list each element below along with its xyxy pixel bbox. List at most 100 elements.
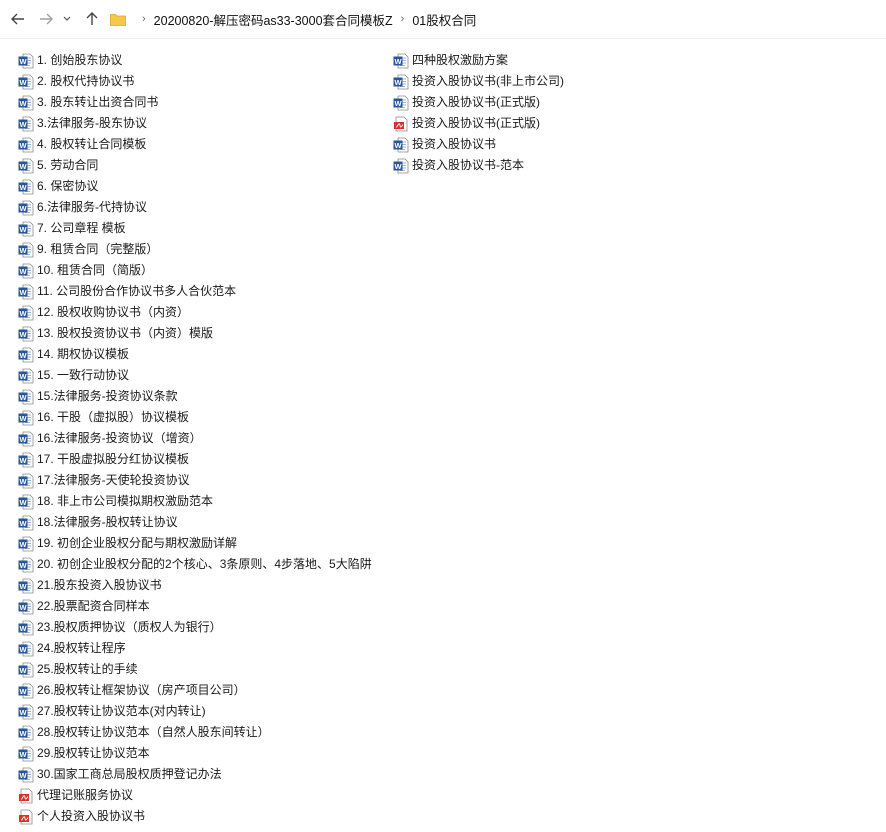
file-item[interactable]: W 21.股东投资入股协议书 <box>18 575 388 596</box>
file-item[interactable]: W 四种股权激励方案 <box>393 50 633 71</box>
file-item[interactable]: W 3. 股东转让出资合同书 <box>18 92 388 113</box>
breadcrumb-parent-folder[interactable]: 20200820-解压密码as33-3000套合同模板Z <box>154 10 393 29</box>
file-name: 13. 股权投资协议书（内资）模版 <box>37 326 214 340</box>
file-item[interactable]: W 18. 非上市公司模拟期权激励范本 <box>18 491 388 512</box>
file-item[interactable]: W 6. 保密协议 <box>18 176 388 197</box>
file-item[interactable]: W 7. 公司章程 模板 <box>18 218 388 239</box>
file-name: 代理记账服务协议 <box>37 788 134 802</box>
file-list-column-2: W 四种股权激励方案 W 投资入股协议书(非上市公司) W 投资入股协议书(正式版) 投资入… <box>393 50 633 176</box>
file-item[interactable]: W 11. 公司股份合作协议书多人合伙范本 <box>18 281 388 302</box>
svg-text:W: W <box>394 56 402 65</box>
file-item[interactable]: W 17.法律服务-天使轮投资协议 <box>18 470 388 491</box>
file-name: 30.国家工商总局股权质押登记办法 <box>37 767 222 781</box>
file-name: 27.股权转让协议范本(对内转让) <box>37 704 206 718</box>
word-document-icon: W <box>18 116 34 132</box>
file-item[interactable]: W 投资入股协议书 <box>393 134 633 155</box>
file-item[interactable]: 代理记账服务协议 <box>18 785 388 806</box>
file-item[interactable]: W 26.股权转让框架协议（房产项目公司） <box>18 680 388 701</box>
svg-text:W: W <box>394 98 402 107</box>
file-item[interactable]: W 10. 租赁合同（简版） <box>18 260 388 281</box>
svg-text:W: W <box>19 602 27 611</box>
file-item[interactable]: W 19. 初创企业股权分配与期权激励详解 <box>18 533 388 554</box>
back-arrow-icon <box>11 13 24 25</box>
pdf-file-icon <box>18 788 34 804</box>
file-item[interactable]: W 1. 创始股东协议 <box>18 50 388 71</box>
breadcrumb-separator: › <box>400 13 405 25</box>
file-name: 25.股权转让的手续 <box>37 662 138 676</box>
svg-text:W: W <box>19 686 27 695</box>
svg-text:W: W <box>19 581 27 590</box>
svg-text:W: W <box>394 161 402 170</box>
file-item[interactable]: W 12. 股权收购协议书（内资） <box>18 302 388 323</box>
word-document-icon: W <box>18 347 34 363</box>
svg-text:W: W <box>19 77 27 86</box>
svg-text:W: W <box>19 308 27 317</box>
word-document-icon: W <box>18 368 34 384</box>
file-name: 投资入股协议书(正式版) <box>412 95 540 109</box>
file-item[interactable]: W 17. 干股虚拟股分红协议模板 <box>18 449 388 470</box>
file-item[interactable]: W 投资入股协议书(非上市公司) <box>393 71 633 92</box>
word-document-icon: W <box>393 53 409 69</box>
file-item[interactable]: W 投资入股协议书-范本 <box>393 155 633 176</box>
file-item[interactable]: W 16.法律服务-投资协议（增资） <box>18 428 388 449</box>
file-item[interactable]: W 9. 租赁合同（完整版） <box>18 239 388 260</box>
file-item[interactable]: W 23.股权质押协议（质权人为银行） <box>18 617 388 638</box>
file-item[interactable]: W 18.法律服务-股权转让协议 <box>18 512 388 533</box>
breadcrumb-current-folder[interactable]: 01股权合同 <box>412 10 476 29</box>
file-item[interactable]: W 24.股权转让程序 <box>18 638 388 659</box>
word-document-icon: W <box>18 599 34 615</box>
word-document-icon: W <box>18 641 34 657</box>
forward-button[interactable] <box>36 8 56 30</box>
up-arrow-icon <box>86 12 98 25</box>
file-item[interactable]: W 3.法律服务-股东协议 <box>18 113 388 134</box>
up-button[interactable] <box>82 8 102 30</box>
word-document-icon: W <box>18 683 34 699</box>
file-item[interactable]: 投资入股协议书(正式版) <box>393 113 633 134</box>
file-name: 17. 干股虚拟股分红协议模板 <box>37 452 190 466</box>
file-item[interactable]: W 4. 股权转让合同模板 <box>18 134 388 155</box>
file-item[interactable]: W 20. 初创企业股权分配的2个核心、3条原则、4步落地、5大陷阱 <box>18 554 388 575</box>
file-item[interactable]: W 25.股权转让的手续 <box>18 659 388 680</box>
file-item[interactable]: W 6.法律服务-代持协议 <box>18 197 388 218</box>
word-document-icon: W <box>18 452 34 468</box>
word-document-icon: W <box>18 515 34 531</box>
file-item[interactable]: W 27.股权转让协议范本(对内转让) <box>18 701 388 722</box>
svg-text:W: W <box>19 371 27 380</box>
word-document-icon: W <box>393 137 409 153</box>
file-item[interactable]: W 22.股票配资合同样本 <box>18 596 388 617</box>
file-item[interactable]: 个人投资入股协议书 <box>18 806 388 827</box>
file-item[interactable]: W 16. 干股（虚拟股）协议模板 <box>18 407 388 428</box>
word-document-icon: W <box>18 536 34 552</box>
file-item[interactable]: W 投资入股协议书(正式版) <box>393 92 633 113</box>
file-item[interactable]: W 5. 劳动合同 <box>18 155 388 176</box>
file-name: 投资入股协议书(非上市公司) <box>412 74 564 88</box>
file-name: 9. 租赁合同（完整版） <box>37 242 159 256</box>
word-document-icon: W <box>18 74 34 90</box>
file-item[interactable]: W 13. 股权投资协议书（内资）模版 <box>18 323 388 344</box>
word-document-icon: W <box>393 158 409 174</box>
file-item[interactable]: W 15. 一致行动协议 <box>18 365 388 386</box>
svg-text:W: W <box>19 770 27 779</box>
word-document-icon: W <box>18 746 34 762</box>
svg-text:W: W <box>19 665 27 674</box>
back-button[interactable] <box>8 8 28 30</box>
file-item[interactable]: W 29.股权转让协议范本 <box>18 743 388 764</box>
svg-text:W: W <box>19 245 27 254</box>
word-document-icon: W <box>18 53 34 69</box>
file-name: 26.股权转让框架协议（房产项目公司） <box>37 683 246 697</box>
file-name: 16. 干股（虚拟股）协议模板 <box>37 410 190 424</box>
file-name: 3. 股东转让出资合同书 <box>37 95 159 109</box>
file-item[interactable]: W 14. 期权协议模板 <box>18 344 388 365</box>
address-bar[interactable]: › 20200820-解压密码as33-3000套合同模板Z › 01股权合同 <box>104 7 886 31</box>
word-document-icon: W <box>18 473 34 489</box>
file-item[interactable]: W 28.股权转让协议范本（自然人股东间转让） <box>18 722 388 743</box>
svg-text:W: W <box>19 140 27 149</box>
breadcrumb-separator: › <box>142 13 146 25</box>
recent-locations-button[interactable] <box>60 8 74 30</box>
file-item[interactable]: W 15.法律服务-投资协议条款 <box>18 386 388 407</box>
file-item[interactable]: W 30.国家工商总局股权质押登记办法 <box>18 764 388 785</box>
file-item[interactable]: W 2. 股权代持协议书 <box>18 71 388 92</box>
file-name: 5. 劳动合同 <box>37 158 99 172</box>
word-document-icon: W <box>18 326 34 342</box>
file-name: 21.股东投资入股协议书 <box>37 578 162 592</box>
